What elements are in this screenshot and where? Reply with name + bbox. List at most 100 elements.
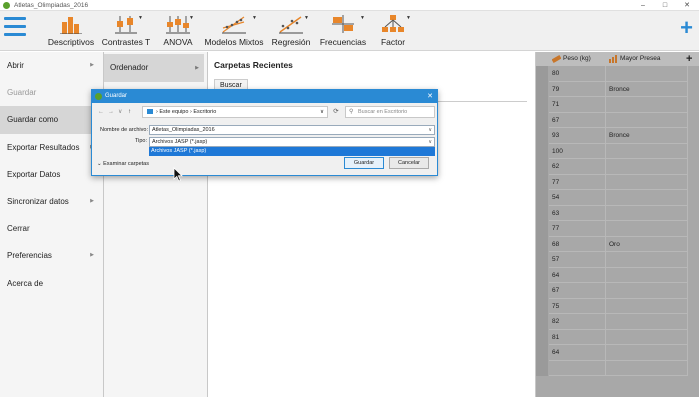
path-segment[interactable]: Escritorio [193,109,216,115]
row-number-cell[interactable] [536,205,548,221]
cell-mayor-presea[interactable] [606,267,688,283]
row-number-cell[interactable] [536,174,548,190]
ribbon-regresion[interactable]: ▼ Regresión [270,13,312,49]
cell-peso[interactable]: 67 [549,283,606,299]
add-module-button[interactable]: + [680,17,693,39]
file-type-option[interactable]: Archivos JASP (*.jasp) [149,147,435,156]
cell-mayor-presea[interactable] [606,360,688,376]
row-number-cell[interactable] [536,66,548,82]
row-number-cell[interactable] [536,112,548,128]
cell-peso[interactable]: 62 [549,159,606,175]
chevron-down-icon[interactable]: ∨ [428,126,432,134]
forward-arrow-icon[interactable]: → [108,106,114,118]
menu-item-guardar-como[interactable]: Guardar como [0,106,103,134]
row-number-cell[interactable] [536,236,548,252]
cell-peso[interactable]: 100 [549,143,606,159]
add-column-button[interactable]: + [686,52,692,66]
hamburger-menu-button[interactable] [4,17,26,43]
column-header-peso[interactable]: Peso (kg) [563,52,591,66]
row-number-cell[interactable] [536,267,548,283]
cell-mayor-presea[interactable] [606,97,688,113]
cell-mayor-presea[interactable] [606,159,688,175]
cell-peso[interactable]: 71 [549,97,606,113]
save-button[interactable]: Guardar [344,157,384,169]
menu-item-sincronizar-datos[interactable]: Sincronizar datos ▶ [0,188,103,215]
path-segment[interactable]: Este equipo [159,109,188,115]
menu-item-abrir[interactable]: Abrir ▶ [0,52,103,79]
back-arrow-icon[interactable]: ← [98,106,104,118]
cell-peso[interactable]: 79 [549,81,606,97]
cell-peso[interactable]: 54 [549,190,606,206]
row-number-cell[interactable] [536,159,548,175]
cell-mayor-presea[interactable] [606,298,688,314]
ribbon-contrastes-t[interactable]: ▼ Contrastes T [100,13,152,49]
cell-peso[interactable]: 80 [549,66,606,82]
row-number-cell[interactable] [536,329,548,345]
cell-mayor-presea[interactable] [606,174,688,190]
cell-peso[interactable]: 64 [549,345,606,361]
search-input[interactable]: ⚲ Buscar en Escritorio [345,106,435,118]
cell-mayor-presea[interactable]: Oro [606,236,688,252]
row-number-cell[interactable] [536,298,548,314]
address-bar[interactable]: › Este equipo › Escritorio ∨ [142,106,328,118]
row-number-cell[interactable] [536,97,548,113]
menu-item-exportar-datos[interactable]: Exportar Datos [0,161,103,188]
ribbon-anova[interactable]: ▼ ANOVA [158,13,198,49]
cell-mayor-presea[interactable] [606,221,688,237]
cell-mayor-presea[interactable] [606,112,688,128]
cell-mayor-presea[interactable] [606,66,688,82]
row-number-cell[interactable] [536,143,548,159]
cell-mayor-presea[interactable] [606,143,688,159]
chevron-down-icon[interactable]: ∨ [320,107,324,117]
cell-mayor-presea[interactable] [606,329,688,345]
filename-input[interactable]: Atletas_Olimpiadas_2016 ∨ [149,125,435,135]
row-number-cell[interactable] [536,252,548,268]
menu-item-acerca-de[interactable]: Acerca de [0,270,103,297]
cell-mayor-presea[interactable] [606,314,688,330]
menu-item-exportar-resultados[interactable]: Exportar Resultados▶ [0,134,103,161]
close-window-button[interactable]: ✕ [676,0,698,11]
up-arrow-icon[interactable]: ↑ [128,106,131,118]
cell-mayor-presea[interactable] [606,283,688,299]
browse-folders-toggle[interactable]: ⌄ Examinar carpetas [97,161,149,167]
minimize-button[interactable]: – [632,0,654,11]
cancel-button[interactable]: Cancelar [389,157,429,169]
row-number-cell[interactable] [536,81,548,97]
row-number-cell[interactable] [536,314,548,330]
menu-item-preferencias[interactable]: Preferencias ▶ [0,242,103,269]
cell-peso[interactable]: 67 [549,112,606,128]
cell-mayor-presea[interactable] [606,205,688,221]
cell-peso[interactable]: 93 [549,128,606,144]
cell-peso[interactable]: 81 [549,329,606,345]
cell-peso[interactable] [549,360,606,376]
row-number-cell[interactable] [536,345,548,361]
row-number-cell[interactable] [536,190,548,206]
ribbon-factor[interactable]: ▼ Factor [376,13,411,49]
row-number-cell[interactable] [536,360,548,376]
row-number-cell[interactable] [536,283,548,299]
menu-item-cerrar[interactable]: Cerrar [0,215,103,242]
cell-mayor-presea[interactable]: Bronce [606,81,688,97]
location-ordenador[interactable]: Ordenador ▶ [104,54,204,82]
cell-peso[interactable]: 63 [549,205,606,221]
ribbon-frecuencias[interactable]: ▼ Frecuencias [318,13,368,49]
ribbon-modelos-mixtos[interactable]: ▼ Modelos Mixtos [204,13,264,49]
row-number-cell[interactable] [536,221,548,237]
cell-peso[interactable]: 68 [549,236,606,252]
row-number-cell[interactable] [536,128,548,144]
cell-mayor-presea[interactable]: Bronce [606,128,688,144]
cell-peso[interactable]: 77 [549,221,606,237]
cell-peso[interactable]: 64 [549,267,606,283]
cell-mayor-presea[interactable] [606,345,688,361]
ribbon-descriptivos[interactable]: Descriptivos [46,13,96,49]
cell-peso[interactable]: 77 [549,174,606,190]
file-type-select[interactable]: Archivos JASP (*.jasp) ∨ [149,137,435,147]
chevron-down-icon[interactable]: ∨ [428,138,432,146]
refresh-icon[interactable]: ⟳ [330,106,342,118]
cell-peso[interactable]: 82 [549,314,606,330]
cell-mayor-presea[interactable] [606,190,688,206]
dialog-close-button[interactable]: ✕ [427,90,433,103]
recent-locations-icon[interactable]: ∨ [118,106,122,118]
column-header-mayor-presea[interactable]: Mayor Presea [620,52,660,66]
cell-peso[interactable]: 75 [549,298,606,314]
